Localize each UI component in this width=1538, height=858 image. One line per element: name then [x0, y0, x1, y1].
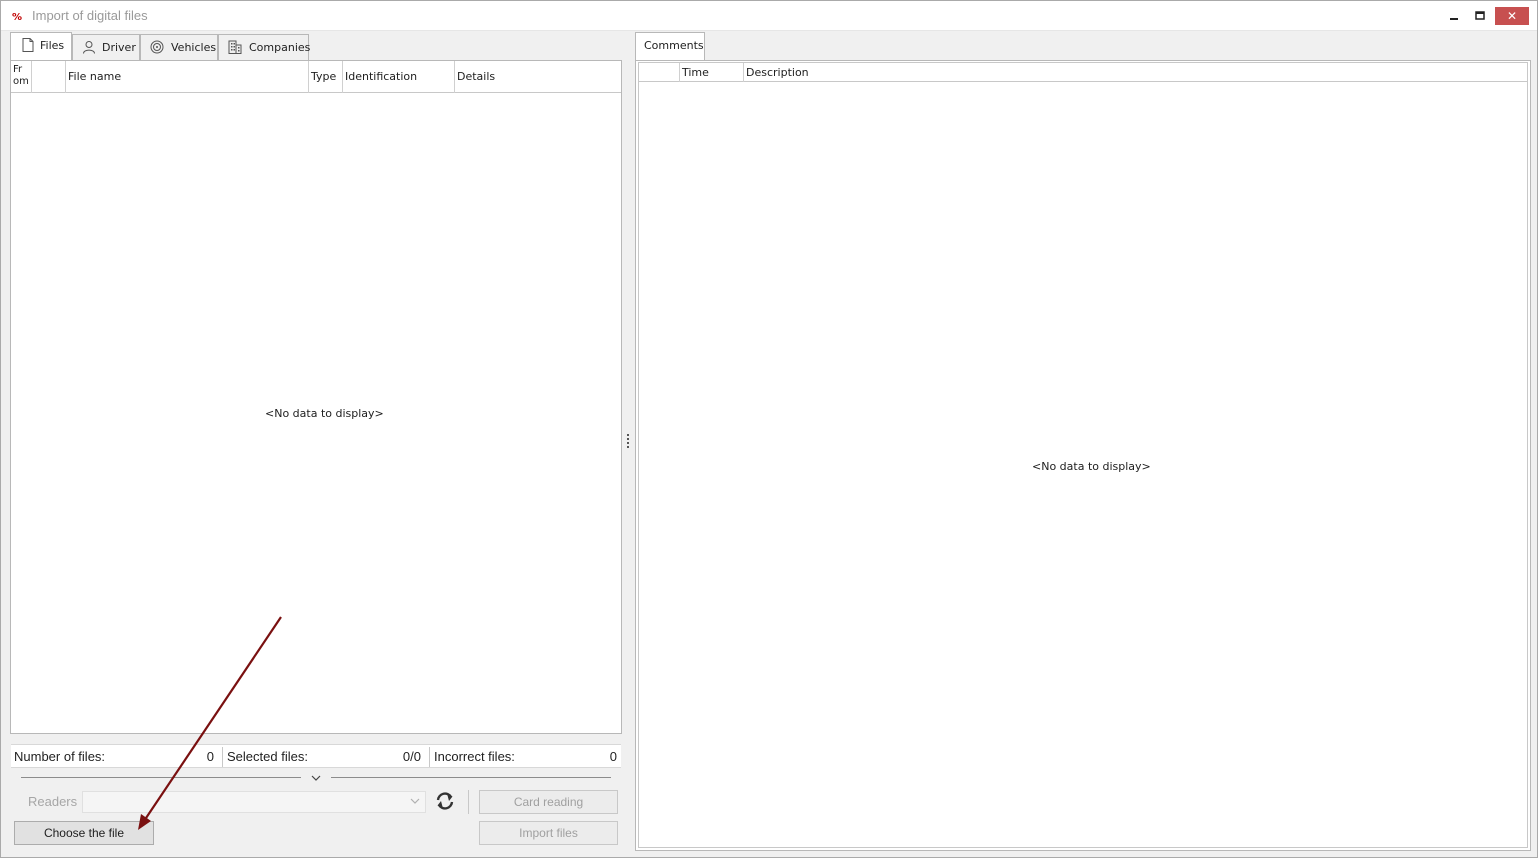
tab-files-label: Files — [40, 39, 65, 52]
selected-files-label: Selected files: — [227, 749, 308, 764]
tab-driver[interactable]: Driver — [72, 34, 140, 60]
selected-files-value: 0/0 — [402, 749, 421, 764]
maximize-icon — [1475, 11, 1485, 20]
chevron-down-icon[interactable] — [310, 773, 322, 783]
column-header-blank[interactable] — [639, 63, 680, 82]
column-header-description[interactable]: Description — [744, 63, 1527, 82]
window-title: Import of digital files — [32, 8, 148, 23]
file-status-bar: Number of files: 0 Selected files: 0/0 I… — [11, 744, 621, 768]
import-files-button[interactable]: Import files — [479, 821, 618, 845]
minimize-button[interactable] — [1443, 7, 1465, 25]
card-reading-button[interactable]: Card reading — [479, 790, 618, 814]
files-grid[interactable]: Fr om File name Type Identification Deta… — [10, 60, 622, 734]
incorrect-files-value: 0 — [609, 749, 617, 764]
column-header-file-name[interactable]: File name — [66, 61, 309, 93]
close-icon: ✕ — [1506, 9, 1518, 23]
incorrect-files-label: Incorrect files: — [434, 749, 515, 764]
svg-text:%: % — [12, 12, 22, 23]
comments-grid[interactable]: Time Description <No data to display> — [638, 62, 1528, 848]
status-divider — [429, 747, 430, 767]
tab-driver-label: Driver — [102, 41, 136, 54]
column-header-details[interactable]: Details — [455, 61, 621, 93]
readers-dropdown[interactable] — [82, 791, 426, 813]
close-button[interactable]: ✕ — [1495, 7, 1529, 25]
tab-vehicles-label: Vehicles — [171, 41, 217, 54]
comments-grid-header: Time Description — [639, 63, 1527, 82]
column-header-time[interactable]: Time — [680, 63, 744, 82]
file-icon — [22, 38, 34, 52]
separator-line — [331, 777, 611, 778]
tab-vehicles[interactable]: Vehicles — [140, 34, 218, 60]
tab-comments-label: Comments — [644, 39, 704, 52]
column-header-type[interactable]: Type — [309, 61, 343, 93]
import-window: % Import of digital files ✕ Files Driver — [0, 0, 1538, 858]
chevron-down-icon — [410, 798, 420, 804]
maximize-button[interactable] — [1469, 7, 1491, 25]
toolbar-divider — [468, 790, 469, 814]
user-icon — [83, 41, 95, 54]
app-logo-icon: % — [11, 9, 25, 23]
building-icon — [228, 40, 242, 54]
tab-comments[interactable]: Comments — [635, 32, 705, 60]
separator-line — [21, 777, 301, 778]
number-of-files-label: Number of files: — [14, 749, 106, 764]
choose-file-button[interactable]: Choose the file — [14, 821, 154, 845]
files-empty-message: <No data to display> — [265, 407, 384, 420]
files-grid-header: Fr om File name Type Identification Deta… — [11, 61, 621, 93]
tab-companies-label: Companies — [249, 41, 311, 54]
tab-companies[interactable]: Companies — [218, 34, 311, 60]
readers-label: Readers — [28, 794, 78, 809]
tab-files[interactable]: Files — [10, 32, 72, 60]
comments-empty-message: <No data to display> — [1032, 460, 1151, 473]
column-header-from[interactable]: Fr om — [11, 61, 32, 93]
splitter-grip-icon[interactable] — [626, 433, 630, 449]
steering-wheel-icon — [150, 40, 164, 54]
minimize-icon — [1450, 18, 1458, 20]
number-of-files-value: 0 — [206, 749, 214, 764]
column-header-blank[interactable] — [32, 61, 66, 93]
column-header-identification[interactable]: Identification — [343, 61, 455, 93]
comments-panel: Time Description <No data to display> — [635, 60, 1531, 851]
status-divider — [222, 747, 223, 767]
title-bar[interactable]: % Import of digital files ✕ — [1, 1, 1537, 31]
refresh-icon[interactable] — [434, 790, 456, 812]
